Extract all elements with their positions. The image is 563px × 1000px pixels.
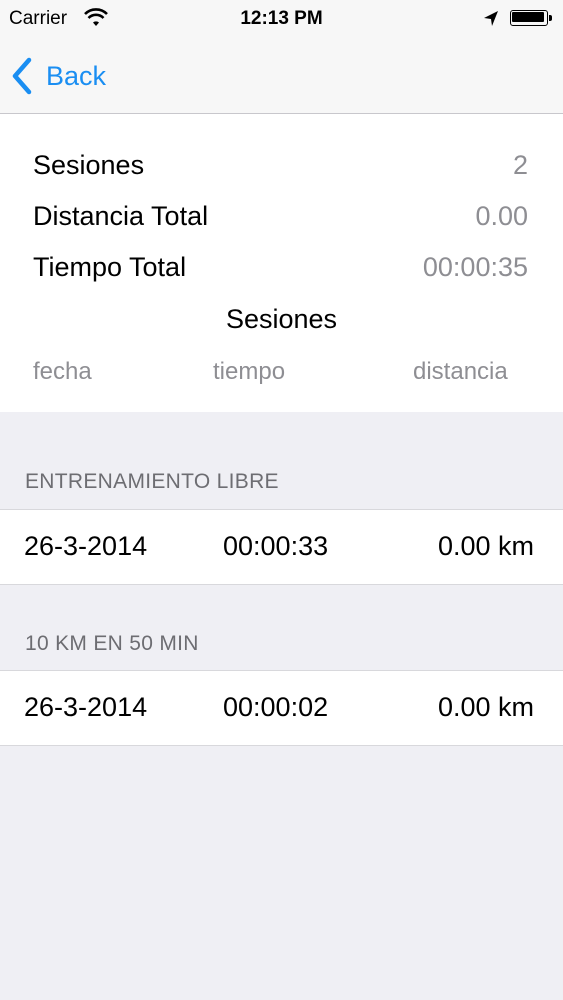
summary-panel: Sesiones 2 Distancia Total 0.00 Tiempo T… — [0, 114, 563, 412]
navigation-bar: Back — [0, 38, 563, 114]
column-header-time: tiempo — [213, 358, 286, 385]
section-header-free-training: ENTRENAMIENTO LIBRE — [25, 470, 279, 493]
clock-label: 12:13 PM — [240, 8, 323, 29]
column-header-distance: distancia — [413, 358, 508, 385]
summary-row-total-distance: Distancia Total 0.00 — [33, 201, 528, 237]
section-header-10km-50min: 10 KM EN 50 MIN — [25, 632, 199, 655]
location-arrow-icon — [482, 10, 500, 28]
chevron-left-icon — [10, 56, 34, 96]
summary-label: Distancia Total — [33, 201, 209, 231]
back-button[interactable]: Back — [10, 56, 106, 96]
battery-icon — [510, 10, 554, 28]
session-date: 26-3-2014 — [24, 692, 148, 722]
session-distance: 0.00 km — [437, 531, 534, 561]
summary-label: Tiempo Total — [33, 252, 187, 282]
session-time: 00:00:02 — [223, 692, 329, 722]
session-row[interactable]: 26-3-2014 00:00:02 0.00 km — [0, 670, 563, 746]
session-date: 26-3-2014 — [24, 531, 148, 561]
sessions-title: Sesiones — [225, 304, 338, 334]
session-time: 00:00:33 — [223, 531, 329, 561]
summary-value: 00:00:35 — [422, 252, 528, 282]
back-label: Back — [46, 60, 107, 91]
summary-row-sessions: Sesiones 2 — [33, 150, 528, 186]
summary-label: Sesiones — [33, 150, 145, 180]
status-bar: Carrier 12:13 PM — [0, 0, 563, 38]
session-row[interactable]: 26-3-2014 00:00:33 0.00 km — [0, 509, 563, 585]
summary-value: 0.00 — [475, 201, 528, 231]
summary-value: 2 — [512, 150, 528, 180]
column-header-date: fecha — [33, 358, 92, 385]
summary-row-total-time: Tiempo Total 00:00:35 — [33, 252, 528, 288]
session-distance: 0.00 km — [437, 692, 534, 722]
